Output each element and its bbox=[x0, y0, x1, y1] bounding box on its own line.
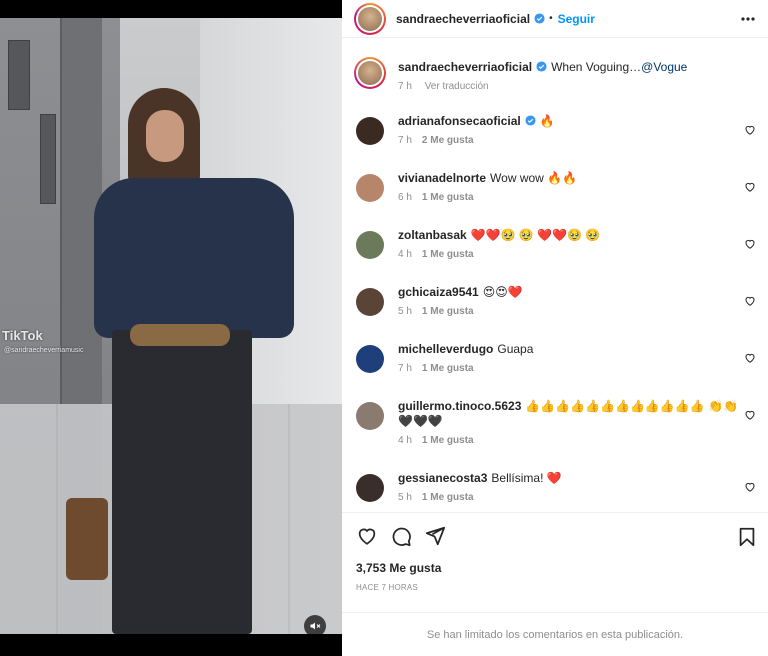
comment-like-button[interactable] bbox=[744, 352, 756, 364]
actions-bar: 3,753 Me gusta HACE 7 HORAS bbox=[342, 512, 768, 612]
comment-likes[interactable]: 2 Me gusta bbox=[422, 135, 474, 146]
commenter-avatar[interactable] bbox=[356, 174, 384, 202]
comment-like-button[interactable] bbox=[744, 238, 756, 250]
comment-row: guillermo.tinoco.5623 👍👍👍👍👍👍👍👍👍👍👍👍 👏👏🖤🖤🖤 4… bbox=[354, 399, 756, 469]
person-face bbox=[146, 110, 184, 162]
person-belt bbox=[130, 324, 230, 346]
commenter-avatar[interactable] bbox=[356, 231, 384, 259]
post-panel: sandraecheverriaoficial • Seguir sandrae… bbox=[342, 0, 768, 656]
comment-like-button[interactable] bbox=[744, 295, 756, 307]
caption: sandraecheverriaoficial When Voguing…@Vog… bbox=[354, 57, 756, 103]
comments-limited-note: Se han limitado los comentarios en esta … bbox=[342, 612, 768, 656]
see-translation-link[interactable]: Ver traducción bbox=[425, 81, 489, 92]
commenter-avatar[interactable] bbox=[356, 117, 384, 145]
comment-time: 5 h bbox=[398, 306, 412, 317]
author-avatar[interactable] bbox=[354, 2, 386, 35]
heart-icon bbox=[745, 296, 755, 306]
tiktok-logo: TikTok bbox=[2, 328, 43, 343]
media-area: TikTok @sandraecheverriamusic bbox=[0, 0, 342, 656]
post-timestamp: HACE 7 HORAS bbox=[356, 583, 418, 592]
comment-row: michelleverdugo Guapa 7 h 1 Me gusta bbox=[354, 342, 756, 392]
comment-likes[interactable]: 1 Me gusta bbox=[422, 435, 474, 446]
caption-text: When Voguing… bbox=[551, 60, 642, 74]
comment-row: zoltanbasak ❤️❤️🥹 🥹 ❤️❤️🥹 🥹 4 h 1 Me gusta bbox=[354, 228, 756, 278]
post-video[interactable]: TikTok @sandraecheverriamusic bbox=[0, 18, 342, 634]
tiktok-watermark: TikTok @sandraecheverriamusic bbox=[0, 324, 120, 374]
verified-badge-icon bbox=[536, 61, 547, 72]
more-horizontal-icon bbox=[741, 17, 755, 21]
caption-time: 7 h bbox=[398, 81, 412, 92]
comment-row: adrianafonsecaoficial 🔥 7 h 2 Me gusta bbox=[354, 114, 756, 164]
heart-icon bbox=[745, 182, 755, 192]
comment-username[interactable]: guillermo.tinoco.5623 bbox=[398, 399, 521, 413]
comment-row: gessianecosta3 Bellísima! ❤️ 5 h 1 Me gusta bbox=[354, 471, 756, 512]
heart-icon bbox=[745, 410, 755, 420]
comment-username[interactable]: michelleverdugo bbox=[398, 342, 493, 356]
comment-time: 6 h bbox=[398, 192, 412, 203]
speaker-muted-icon bbox=[310, 622, 321, 630]
likes-count[interactable]: 3,753 Me gusta bbox=[356, 561, 441, 575]
person-pants bbox=[112, 330, 252, 634]
comment-like-button[interactable] bbox=[744, 409, 756, 421]
commenter-avatar[interactable] bbox=[356, 288, 384, 316]
tiktok-handle: @sandraecheverriamusic bbox=[4, 347, 84, 354]
comment-username[interactable]: gessianecosta3 bbox=[398, 471, 487, 485]
comment-text: 😍😍❤️ bbox=[482, 285, 523, 299]
caption-username[interactable]: sandraecheverriaoficial bbox=[398, 60, 532, 74]
heart-icon[interactable] bbox=[356, 525, 378, 547]
verified-badge-icon bbox=[525, 115, 536, 126]
caption-avatar[interactable] bbox=[354, 57, 386, 89]
comment-username[interactable]: zoltanbasak bbox=[398, 228, 467, 242]
comment-time: 4 h bbox=[398, 435, 412, 446]
comment-row: gchicaiza9541 😍😍❤️ 5 h 1 Me gusta bbox=[354, 285, 756, 335]
caption-mention[interactable]: @Vogue bbox=[641, 60, 687, 74]
comment-likes[interactable]: 1 Me gusta bbox=[422, 192, 474, 203]
comment-text: 🔥 bbox=[539, 114, 555, 128]
heart-icon bbox=[745, 482, 755, 492]
comment-username[interactable]: vivianadelnorte bbox=[398, 171, 486, 185]
comment-row: vivianadelnorte Wow wow 🔥🔥 6 h 1 Me gusta bbox=[354, 171, 756, 221]
comment-likes[interactable]: 1 Me gusta bbox=[422, 306, 474, 317]
comment-like-button[interactable] bbox=[744, 481, 756, 493]
comment-text: Wow wow 🔥🔥 bbox=[490, 171, 578, 185]
heart-icon bbox=[745, 125, 755, 135]
comment-time: 4 h bbox=[398, 249, 412, 260]
comment-username[interactable]: gchicaiza9541 bbox=[398, 285, 479, 299]
comment-time: 7 h bbox=[398, 135, 412, 146]
comment-likes[interactable]: 1 Me gusta bbox=[422, 363, 474, 374]
verified-badge-icon bbox=[534, 13, 545, 24]
more-options-button[interactable] bbox=[740, 11, 756, 27]
comment-like-button[interactable] bbox=[744, 181, 756, 193]
comment-icon[interactable] bbox=[390, 525, 412, 547]
commenter-avatar[interactable] bbox=[356, 402, 384, 430]
post-header: sandraecheverriaoficial • Seguir bbox=[342, 0, 768, 38]
header-separator: • bbox=[549, 13, 553, 24]
comment-likes[interactable]: 1 Me gusta bbox=[422, 492, 474, 503]
heart-icon bbox=[745, 353, 755, 363]
comment-time: 7 h bbox=[398, 363, 412, 374]
comment-text: Guapa bbox=[497, 342, 534, 356]
video-plaque bbox=[8, 40, 30, 110]
comments-list[interactable]: sandraecheverriaoficial When Voguing…@Vog… bbox=[342, 46, 768, 512]
share-icon[interactable] bbox=[424, 525, 446, 547]
comment-text: Bellísima! ❤️ bbox=[491, 471, 562, 485]
bookmark-icon[interactable] bbox=[736, 526, 758, 548]
author-username[interactable]: sandraecheverriaoficial bbox=[396, 12, 530, 26]
comment-time: 5 h bbox=[398, 492, 412, 503]
comment-username[interactable]: adrianafonsecaoficial bbox=[398, 114, 521, 128]
person-jacket bbox=[94, 178, 294, 338]
commenter-avatar[interactable] bbox=[356, 474, 384, 502]
heart-icon bbox=[745, 239, 755, 249]
commenter-avatar[interactable] bbox=[356, 345, 384, 373]
video-plaque bbox=[40, 114, 56, 204]
person-bag bbox=[66, 498, 108, 580]
follow-button[interactable]: Seguir bbox=[558, 12, 595, 26]
comment-text: ❤️❤️🥹 🥹 ❤️❤️🥹 🥹 bbox=[470, 228, 601, 242]
comment-like-button[interactable] bbox=[744, 124, 756, 136]
mute-button[interactable] bbox=[304, 615, 326, 634]
comment-likes[interactable]: 1 Me gusta bbox=[422, 249, 474, 260]
